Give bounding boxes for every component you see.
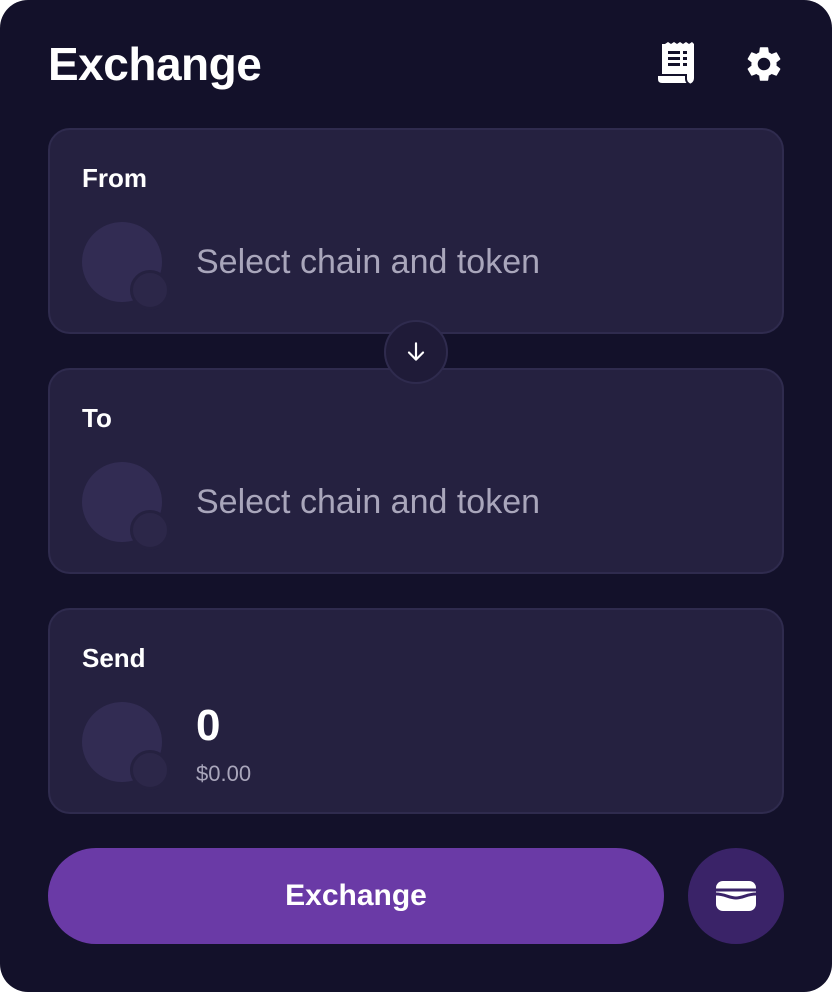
send-token-avatar: [82, 702, 170, 790]
to-card[interactable]: To Select chain and token: [48, 368, 784, 574]
to-label: To: [82, 403, 112, 433]
from-token-avatar: [82, 222, 170, 310]
send-chain-badge: [130, 750, 170, 790]
history-button[interactable]: [652, 40, 700, 88]
exchange-button[interactable]: Exchange: [48, 848, 664, 944]
exchange-widget: Exchange From Select chain and token To …: [0, 0, 832, 992]
send-amount[interactable]: 0: [196, 700, 220, 752]
settings-button[interactable]: [740, 40, 788, 88]
send-label: Send: [82, 643, 146, 673]
send-card[interactable]: Send 0 $0.00: [48, 608, 784, 814]
from-token-placeholder[interactable]: Select chain and token: [196, 240, 540, 284]
send-amount-usd: $0.00: [196, 761, 252, 786]
arrow-down-icon: [407, 342, 425, 361]
to-token-placeholder[interactable]: Select chain and token: [196, 480, 540, 524]
header: Exchange: [48, 36, 784, 96]
wallet-button[interactable]: [688, 848, 784, 944]
page-title: Exchange: [48, 38, 262, 90]
wallet-icon: [715, 881, 757, 911]
to-token-avatar: [82, 462, 170, 550]
from-label: From: [82, 163, 147, 193]
gear-icon: [747, 47, 781, 81]
receipt-icon: [656, 42, 694, 85]
swap-direction-button[interactable]: [384, 320, 448, 384]
from-card[interactable]: From Select chain and token: [48, 128, 784, 334]
to-chain-badge: [130, 510, 170, 550]
from-chain-badge: [130, 270, 170, 310]
